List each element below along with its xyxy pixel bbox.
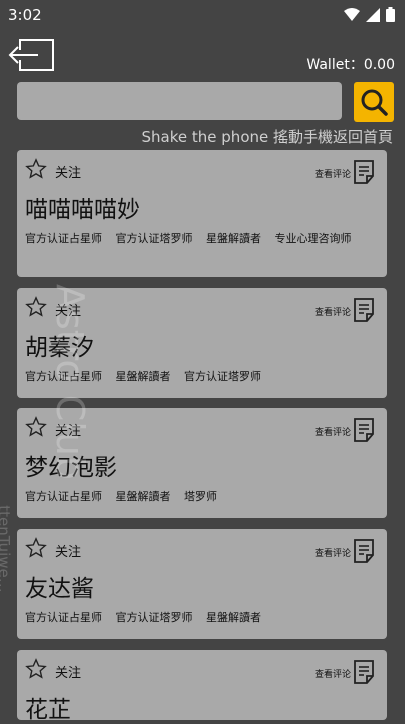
tag: 星盤解讀者 bbox=[115, 370, 171, 383]
astrologer-name: 友达酱 bbox=[25, 576, 94, 602]
tag: 塔罗师 bbox=[184, 490, 217, 503]
tag-list: 官方认证占星师 星盤解讀者 官方认证塔罗师 bbox=[25, 368, 365, 385]
star-icon[interactable] bbox=[25, 416, 47, 438]
view-reviews-label[interactable]: 查看评论 bbox=[315, 425, 351, 438]
astrologer-card[interactable]: 关注 查看评论 胡蓁汐 官方认证占星师 星盤解讀者 官方认证塔罗师 bbox=[17, 288, 387, 398]
tag: 官方认证占星师 bbox=[25, 611, 102, 624]
shake-hint: Shake the phone 搖動手機返回首頁 bbox=[141, 128, 393, 146]
star-icon[interactable] bbox=[25, 537, 47, 559]
follow-label[interactable]: 关注 bbox=[55, 300, 81, 319]
tag: 官方认证塔罗师 bbox=[115, 232, 193, 245]
astrologer-card[interactable]: 关注 查看评论 花芷 bbox=[17, 650, 387, 723]
astrologer-card[interactable]: 关注 查看评论 友达酱 官方认证占星师 官方认证塔罗师 星盤解讀者 bbox=[17, 529, 387, 639]
search-input[interactable] bbox=[17, 82, 342, 120]
astrologer-name: 梦幻泡影 bbox=[25, 455, 117, 481]
star-icon[interactable] bbox=[25, 658, 47, 680]
astrologer-name: 喵喵喵喵妙 bbox=[25, 197, 140, 223]
status-time: 3:02 bbox=[8, 6, 42, 24]
view-reviews-label[interactable]: 查看评论 bbox=[315, 305, 351, 318]
view-reviews-label[interactable]: 查看评论 bbox=[315, 667, 351, 680]
tag-list: 官方认证占星师 官方认证塔罗师 星盤解讀者 bbox=[25, 609, 365, 626]
tag: 星盤解讀者 bbox=[115, 490, 171, 503]
view-reviews-label[interactable]: 查看评论 bbox=[315, 167, 351, 180]
tag: 官方认证占星师 bbox=[25, 370, 102, 383]
back-arrow-icon bbox=[8, 39, 54, 71]
view-reviews-label[interactable]: 查看评论 bbox=[315, 546, 351, 559]
wifi-icon bbox=[344, 7, 360, 21]
status-icons bbox=[344, 7, 395, 22]
follow-label[interactable]: 关注 bbox=[55, 162, 81, 181]
tag: 专业心理咨询师 bbox=[274, 232, 352, 245]
tag: 官方认证占星师 bbox=[25, 232, 102, 245]
review-document-icon[interactable] bbox=[353, 659, 377, 685]
follow-label[interactable]: 关注 bbox=[55, 541, 81, 560]
follow-label[interactable]: 关注 bbox=[55, 420, 81, 439]
battery-icon bbox=[386, 7, 395, 22]
astrologer-name: 花芷 bbox=[25, 697, 71, 723]
star-icon[interactable] bbox=[25, 296, 47, 318]
review-document-icon[interactable] bbox=[353, 417, 377, 443]
tag: 官方认证占星师 bbox=[25, 490, 102, 503]
review-document-icon[interactable] bbox=[353, 538, 377, 564]
wallet-balance: Wallet：0.00 bbox=[306, 57, 395, 73]
search-button[interactable] bbox=[354, 82, 394, 122]
cell-signal-icon bbox=[366, 7, 380, 22]
back-button[interactable] bbox=[8, 38, 56, 72]
tag: 官方认证塔罗师 bbox=[115, 611, 193, 624]
tag: 星盤解讀者 bbox=[206, 232, 261, 245]
astrologer-card[interactable]: 关注 查看评论 喵喵喵喵妙 官方认证占星师 官方认证塔罗师 星盤解讀者 专业心理… bbox=[17, 150, 387, 277]
review-document-icon[interactable] bbox=[353, 159, 377, 185]
review-document-icon[interactable] bbox=[353, 297, 377, 323]
tag: 官方认证塔罗师 bbox=[184, 370, 261, 383]
astrologer-card[interactable]: 关注 查看评论 梦幻泡影 官方认证占星师 星盤解讀者 塔罗师 bbox=[17, 408, 387, 518]
search-icon bbox=[361, 89, 388, 116]
watermark-subtext: ttenTuiwe… bbox=[0, 505, 13, 593]
status-bar: 3:02 bbox=[0, 0, 405, 30]
star-icon[interactable] bbox=[25, 158, 47, 180]
tag-list: 官方认证占星师 官方认证塔罗师 星盤解讀者 专业心理咨询师 bbox=[25, 230, 365, 247]
astrologer-name: 胡蓁汐 bbox=[25, 335, 94, 361]
follow-label[interactable]: 关注 bbox=[55, 662, 81, 681]
tag: 星盤解讀者 bbox=[206, 611, 261, 624]
tag-list: 官方认证占星师 星盤解讀者 塔罗师 bbox=[25, 488, 365, 505]
